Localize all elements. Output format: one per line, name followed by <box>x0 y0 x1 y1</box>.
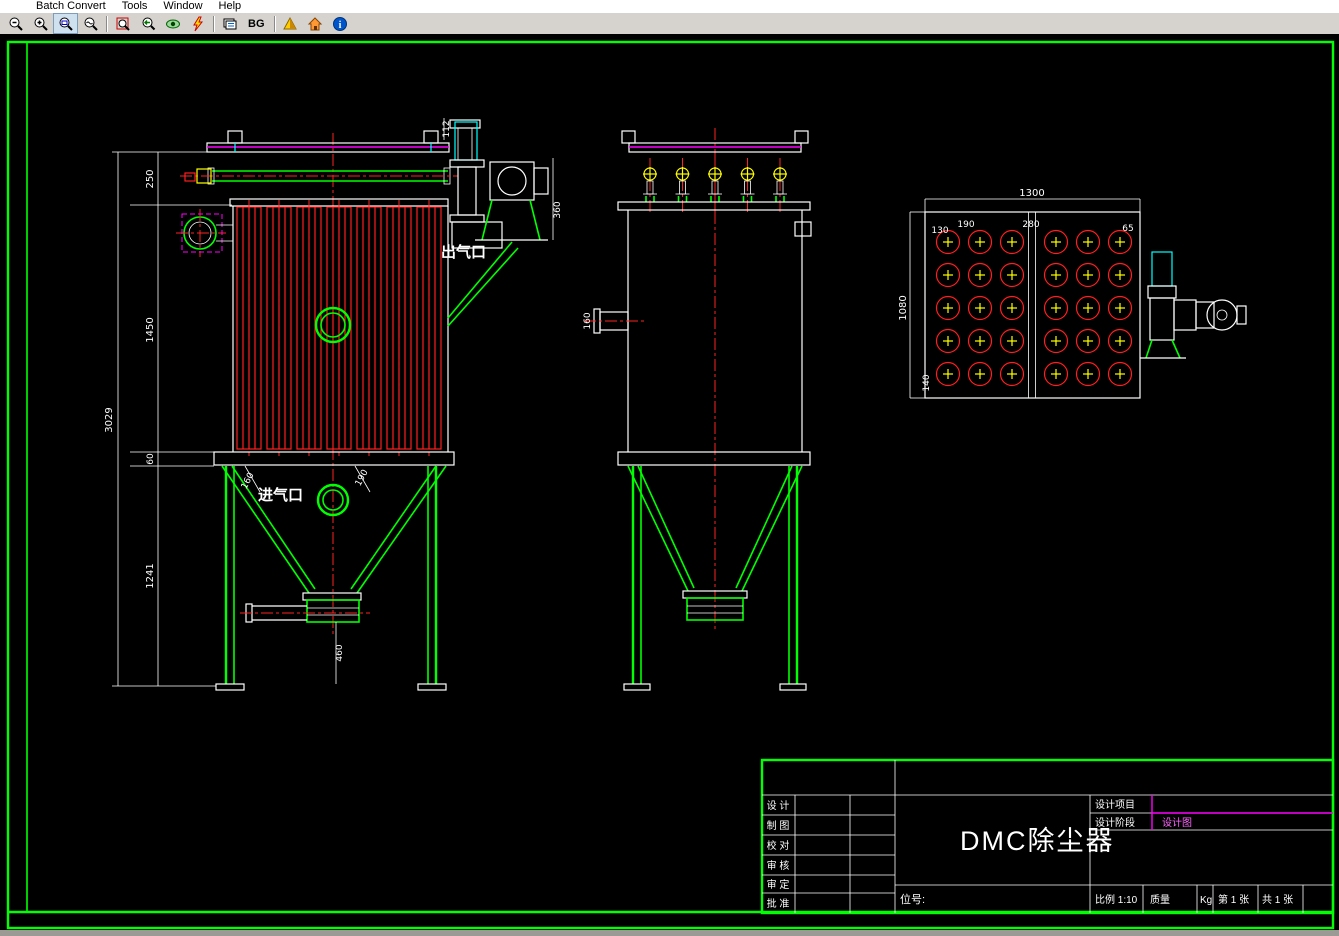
dim-duct-width: 112 <box>442 120 452 137</box>
toolbar-separator <box>106 15 107 32</box>
front-view: 出气口 进气口 3029 250 1450 60 1241 460 112 36… <box>104 118 563 691</box>
tb-sheet-label: 第 1 张 <box>1218 893 1249 906</box>
menu-batch-convert[interactable]: Batch Convert <box>28 0 114 13</box>
tb-row-approve: 审 定 <box>767 878 790 891</box>
dim-discharge: 460 <box>335 644 345 661</box>
dim-side-inlet: 160 <box>583 312 593 329</box>
dim-edge-65: 65 <box>1122 224 1133 234</box>
dim-edge-130: 130 <box>931 226 948 236</box>
layers-button[interactable] <box>217 13 242 34</box>
pulse-valves <box>643 158 787 214</box>
tb-row-authorize: 批 准 <box>767 897 790 910</box>
dim-bag-section: 1450 <box>145 317 156 342</box>
cad-viewer-app: { "menu": { "items": ["Batch Convert", "… <box>0 0 1339 936</box>
zoom-window-icon <box>59 17 73 31</box>
drawing-title: DMC除尘器 <box>960 826 1115 856</box>
tb-project-label: 设计项目 <box>1095 798 1135 811</box>
markup-icon <box>192 16 203 31</box>
filter-bags <box>236 200 442 456</box>
tb-row-draft: 制 图 <box>767 819 790 832</box>
tb-dwg-label: 设计图 <box>1162 816 1192 829</box>
render-icon <box>283 16 297 29</box>
dim-total-height: 3029 <box>104 407 115 432</box>
dim-center-280: 280 <box>1022 220 1039 230</box>
zoom-realtime-icon <box>84 17 98 31</box>
tb-row-design: 设 计 <box>767 799 790 812</box>
background-toggle-button[interactable]: BG <box>242 13 271 34</box>
menu-help[interactable]: Help <box>211 0 250 13</box>
tb-stage-label: 设计阶段 <box>1095 816 1135 829</box>
zoom-extents-button[interactable] <box>110 13 135 34</box>
dim-top-width: 1300 <box>1019 188 1044 199</box>
dim-fan-height: 360 <box>553 201 563 218</box>
render-button[interactable] <box>277 13 303 34</box>
about-button[interactable]: i <box>327 13 353 34</box>
drawing-canvas[interactable]: 出气口 进气口 3029 250 1450 60 1241 460 112 36… <box>0 34 1339 930</box>
zoom-window-button[interactable] <box>53 13 78 34</box>
dim-top-section: 250 <box>145 169 156 188</box>
about-icon: i <box>333 16 347 31</box>
tb-tag-label: 位号: <box>900 892 925 906</box>
dim-pitch-190: 190 <box>957 220 974 230</box>
dim-edge-140: 140 <box>922 374 932 391</box>
menu-bar: Batch Convert Tools Window Help <box>0 0 1339 13</box>
zoom-previous-icon <box>142 17 155 30</box>
toolbar: BG i <box>0 13 1339 35</box>
zoom-out-icon <box>9 17 23 31</box>
dim-inlet-left: 160 <box>240 471 257 491</box>
menu-tools[interactable]: Tools <box>114 0 156 13</box>
tb-mass-label: 质量 <box>1150 894 1170 906</box>
svg-text:i: i <box>339 20 342 31</box>
zoom-out-button[interactable] <box>3 13 28 34</box>
zoom-in-icon <box>34 17 48 31</box>
tb-row-check: 校 对 <box>767 839 790 852</box>
inlet-label: 进气口 <box>258 486 303 504</box>
layers-icon <box>223 18 236 29</box>
home-button[interactable] <box>302 13 328 34</box>
toolbar-separator <box>213 15 214 32</box>
title-block: 设 计 制 图 校 对 审 核 审 定 批 准 DMC除尘器 设计项目 设计阶段… <box>760 758 1335 915</box>
outlet-label: 出气口 <box>441 243 486 261</box>
tb-row-review: 审 核 <box>767 859 790 872</box>
zoom-realtime-button[interactable] <box>78 13 103 34</box>
view-3d-icon <box>165 19 180 28</box>
view-3d-button[interactable] <box>160 13 185 34</box>
tb-total-label: 共 1 张 <box>1262 894 1293 906</box>
top-view: 1300 1080 130 190 280 65 140 <box>898 188 1247 399</box>
toolbar-separator <box>273 15 275 32</box>
dim-flange: 60 <box>146 453 156 465</box>
tb-unit-label: Kg <box>1200 895 1212 906</box>
dim-lower-section: 1241 <box>145 563 156 588</box>
tb-scale-label: 比例 1:10 <box>1095 893 1138 906</box>
menu-window[interactable]: Window <box>155 0 210 13</box>
bag-hole-grid <box>935 229 1133 387</box>
home-icon <box>307 16 323 30</box>
zoom-extents-icon <box>116 17 130 31</box>
zoom-previous-button[interactable] <box>135 13 160 34</box>
side-view: 160 <box>583 128 812 691</box>
zoom-in-button[interactable] <box>28 13 53 34</box>
status-bar <box>0 930 1339 936</box>
dim-top-height: 1080 <box>898 295 909 320</box>
markup-button[interactable] <box>185 13 210 34</box>
